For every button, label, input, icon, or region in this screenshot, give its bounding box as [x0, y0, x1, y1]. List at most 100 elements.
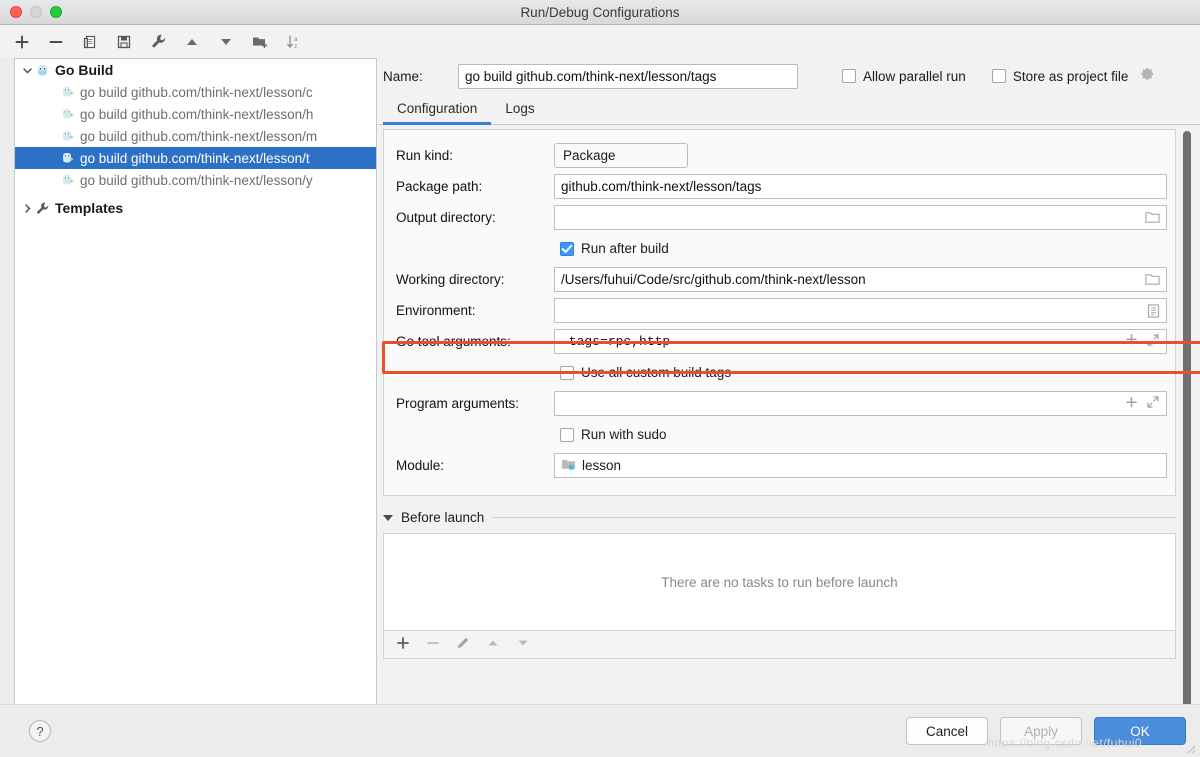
module-dropdown[interactable]: lesson [554, 453, 1167, 478]
edit-templates-icon[interactable] [148, 32, 168, 52]
editor-tabs: Configuration Logs [377, 94, 1200, 125]
window-title: Run/Debug Configurations [0, 5, 1200, 20]
copy-icon[interactable] [80, 32, 100, 52]
go-build-config-icon [61, 129, 75, 143]
use-all-custom-build-tags-checkbox[interactable]: Use all custom build tags [560, 365, 731, 380]
expand-editor-icon[interactable] [1146, 333, 1160, 351]
chevron-down-icon[interactable] [19, 65, 35, 76]
working-directory-input[interactable]: /Users/fuhui/Code/src/github.com/think-n… [554, 267, 1167, 292]
tree-node-templates[interactable]: Templates [15, 197, 376, 219]
tree-node-go-build[interactable]: Go Build [15, 59, 376, 81]
divider [492, 517, 1176, 518]
before-launch-header[interactable]: Before launch [383, 510, 1176, 525]
use-all-custom-build-tags-box[interactable] [560, 366, 574, 380]
remove-task-icon[interactable] [426, 636, 440, 653]
add-icon[interactable] [12, 32, 32, 52]
dialog-body: Go Build go build github.com/think-next/… [0, 58, 1200, 737]
cancel-button[interactable]: Cancel [906, 717, 988, 745]
before-launch-empty-text: There are no tasks to run before launch [661, 575, 897, 590]
output-directory-label: Output directory: [384, 210, 554, 225]
edit-task-icon[interactable] [456, 636, 470, 653]
tree-item-config-0[interactable]: go build github.com/think-next/lesson/c [15, 81, 376, 103]
store-as-project-file-label: Store as project file [1013, 69, 1129, 84]
run-kind-value: Package [563, 148, 616, 163]
package-path-label: Package path: [384, 179, 554, 194]
package-path-input[interactable]: github.com/think-next/lesson/tags [554, 174, 1167, 199]
go-tool-arguments-input[interactable]: -tags=rpc,http [554, 329, 1167, 354]
sort-alphabetically-icon[interactable]: a z [284, 32, 304, 52]
expand-editor-icon[interactable] [1146, 395, 1160, 412]
window-title-bar: Run/Debug Configurations [0, 0, 1200, 25]
package-path-value: github.com/think-next/lesson/tags [561, 179, 1160, 194]
row-go-tool-arguments: Go tool arguments: -tags=rpc,http [384, 326, 1175, 357]
help-button[interactable]: ? [29, 720, 51, 742]
run-with-sudo-checkbox[interactable]: Run with sudo [560, 427, 667, 442]
configurations-toolbar: a z [0, 25, 1200, 58]
move-task-down-icon[interactable] [516, 636, 530, 653]
tab-configuration[interactable]: Configuration [383, 94, 491, 124]
row-run-kind: Run kind: Package [384, 140, 1175, 171]
add-task-icon[interactable] [396, 636, 410, 653]
insert-macro-icon[interactable] [1125, 396, 1138, 412]
allow-parallel-run-box[interactable] [842, 69, 856, 83]
move-task-up-icon[interactable] [486, 636, 500, 653]
use-all-custom-build-tags-label: Use all custom build tags [581, 365, 731, 380]
tree-node-label: Go Build [55, 62, 113, 78]
environment-label: Environment: [384, 303, 554, 318]
row-run-with-sudo: Run with sudo [384, 419, 1175, 450]
move-up-icon[interactable] [182, 32, 202, 52]
run-after-build-checkbox[interactable]: Run after build [560, 241, 669, 256]
allow-parallel-run-label: Allow parallel run [863, 69, 966, 84]
allow-parallel-run-checkbox[interactable]: Allow parallel run [842, 69, 966, 84]
run-with-sudo-box[interactable] [560, 428, 574, 442]
move-down-icon[interactable] [216, 32, 236, 52]
run-with-sudo-label: Run with sudo [581, 427, 667, 442]
name-row: Name: Allow parallel run Store as projec… [377, 58, 1200, 94]
chevron-down-icon[interactable] [383, 515, 393, 521]
store-as-project-file-box[interactable] [992, 69, 1006, 83]
svg-text:z: z [294, 43, 297, 50]
row-module: Module: lesson [384, 450, 1175, 481]
output-directory-input[interactable] [554, 205, 1167, 230]
working-directory-value: /Users/fuhui/Code/src/github.com/think-n… [561, 272, 1139, 287]
tree-item-label: go build github.com/think-next/lesson/c [80, 85, 313, 100]
tab-logs[interactable]: Logs [491, 94, 548, 124]
resize-grip[interactable] [1184, 742, 1196, 754]
wrench-icon [35, 201, 50, 216]
browse-folder-icon[interactable] [1139, 211, 1160, 224]
row-working-directory: Working directory: /Users/fuhui/Code/src… [384, 264, 1175, 295]
environment-variables-icon[interactable] [1141, 304, 1160, 318]
gear-icon[interactable] [1140, 67, 1155, 85]
run-after-build-box[interactable] [560, 242, 574, 256]
row-run-after-build: Run after build [384, 233, 1175, 264]
tree-item-config-4[interactable]: go build github.com/think-next/lesson/y [15, 169, 376, 191]
new-folder-icon[interactable] [250, 32, 270, 52]
tree-item-config-2[interactable]: go build github.com/think-next/lesson/m [15, 125, 376, 147]
tree-item-config-3-selected[interactable]: go build github.com/think-next/lesson/t [15, 147, 376, 169]
chevron-down-icon[interactable] [669, 153, 679, 159]
insert-macro-icon[interactable] [1125, 333, 1138, 350]
go-gopher-icon [35, 63, 50, 78]
run-kind-label: Run kind: [384, 148, 554, 163]
remove-icon[interactable] [46, 32, 66, 52]
save-icon[interactable] [114, 32, 134, 52]
panel-scrollbar[interactable] [1183, 131, 1191, 737]
program-arguments-input[interactable] [554, 391, 1167, 416]
configurations-tree[interactable]: Go Build go build github.com/think-next/… [14, 58, 377, 737]
module-value: lesson [582, 458, 621, 473]
store-as-project-file-checkbox[interactable]: Store as project file [992, 67, 1156, 85]
go-build-config-icon [61, 173, 75, 187]
chevron-right-icon[interactable] [19, 203, 35, 214]
configuration-form: Run kind: Package Package path: github.c… [383, 129, 1176, 496]
go-tool-arguments-label: Go tool arguments: [384, 334, 554, 349]
before-launch-task-list[interactable]: There are no tasks to run before launch [383, 533, 1176, 631]
row-package-path: Package path: github.com/think-next/less… [384, 171, 1175, 202]
environment-input[interactable] [554, 298, 1167, 323]
tree-item-config-1[interactable]: go build github.com/think-next/lesson/h [15, 103, 376, 125]
name-input[interactable] [458, 64, 798, 89]
before-launch-title: Before launch [401, 510, 484, 525]
chevron-down-icon[interactable] [1150, 463, 1160, 469]
working-directory-label: Working directory: [384, 272, 554, 287]
run-kind-dropdown[interactable]: Package [554, 143, 688, 168]
browse-folder-icon[interactable] [1139, 273, 1160, 286]
